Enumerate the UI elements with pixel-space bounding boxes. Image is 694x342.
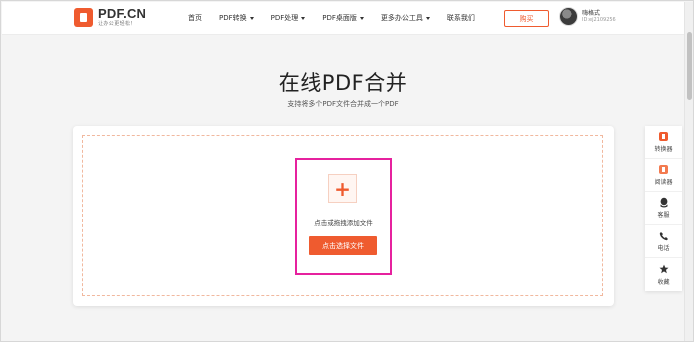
avatar[interactable] bbox=[559, 7, 578, 26]
buy-button[interactable]: 购买 bbox=[504, 10, 549, 27]
reader-icon bbox=[659, 165, 668, 174]
nav-pdf-process[interactable]: PDF处理 bbox=[271, 13, 306, 23]
tool-phone[interactable]: 电话 bbox=[645, 225, 682, 258]
page-scrollbar[interactable] bbox=[684, 2, 693, 341]
nav-contact[interactable]: 联系我们 bbox=[447, 13, 475, 23]
page-title: 在线PDF合并 bbox=[278, 71, 408, 95]
browser-viewport: PDF.CN 让办公更轻松！ 首页 PDF转换 PDF处理 PDF桌面版 更多办… bbox=[0, 0, 694, 342]
upload-hint: 点击或拖拽添加文件 bbox=[314, 219, 373, 227]
chevron-down-icon bbox=[249, 16, 254, 20]
site-logo[interactable]: PDF.CN 让办公更轻松！ bbox=[74, 7, 146, 27]
user-id: ID:ej2109256 bbox=[582, 17, 616, 24]
service-icon bbox=[660, 197, 667, 208]
chevron-down-icon bbox=[301, 16, 306, 20]
top-header: PDF.CN 让办公更轻松！ 首页 PDF转换 PDF处理 PDF桌面版 更多办… bbox=[2, 2, 684, 35]
nav-pdf-desktop[interactable]: PDF桌面版 bbox=[322, 13, 364, 23]
page-subtitle: 支持将多个PDF文件合并成一个PDF bbox=[287, 100, 399, 108]
upload-card: + 点击或拖拽添加文件 点击选择文件 bbox=[73, 126, 614, 306]
scrollbar-thumb[interactable] bbox=[687, 32, 692, 100]
phone-icon bbox=[659, 231, 668, 240]
user-profile[interactable]: 嗨格式 ID:ej2109256 bbox=[559, 7, 616, 26]
tool-converter[interactable]: 转换器 bbox=[645, 126, 682, 159]
side-toolbar: 转换器 阅读器 客服 电话 收藏 bbox=[645, 126, 682, 291]
add-file-icon[interactable]: + bbox=[328, 174, 357, 203]
logo-slogan: 让办公更轻松！ bbox=[98, 21, 136, 27]
tool-reader[interactable]: 阅读器 bbox=[645, 159, 682, 192]
select-file-button[interactable]: 点击选择文件 bbox=[309, 236, 377, 255]
nav-pdf-convert[interactable]: PDF转换 bbox=[219, 13, 254, 23]
chevron-down-icon bbox=[425, 16, 430, 20]
tool-service[interactable]: 客服 bbox=[645, 192, 682, 225]
nav-home[interactable]: 首页 bbox=[188, 13, 202, 23]
nav-more-tools[interactable]: 更多办公工具 bbox=[381, 13, 430, 23]
star-icon bbox=[659, 264, 668, 274]
logo-icon bbox=[74, 7, 93, 27]
tool-favorite[interactable]: 收藏 bbox=[645, 258, 682, 291]
chevron-down-icon bbox=[359, 16, 364, 20]
main-nav: 首页 PDF转换 PDF处理 PDF桌面版 更多办公工具 联系我们 bbox=[188, 13, 492, 23]
converter-icon bbox=[659, 132, 668, 141]
logo-name: PDF.CN bbox=[98, 6, 147, 21]
user-name: 嗨格式 bbox=[582, 9, 601, 17]
